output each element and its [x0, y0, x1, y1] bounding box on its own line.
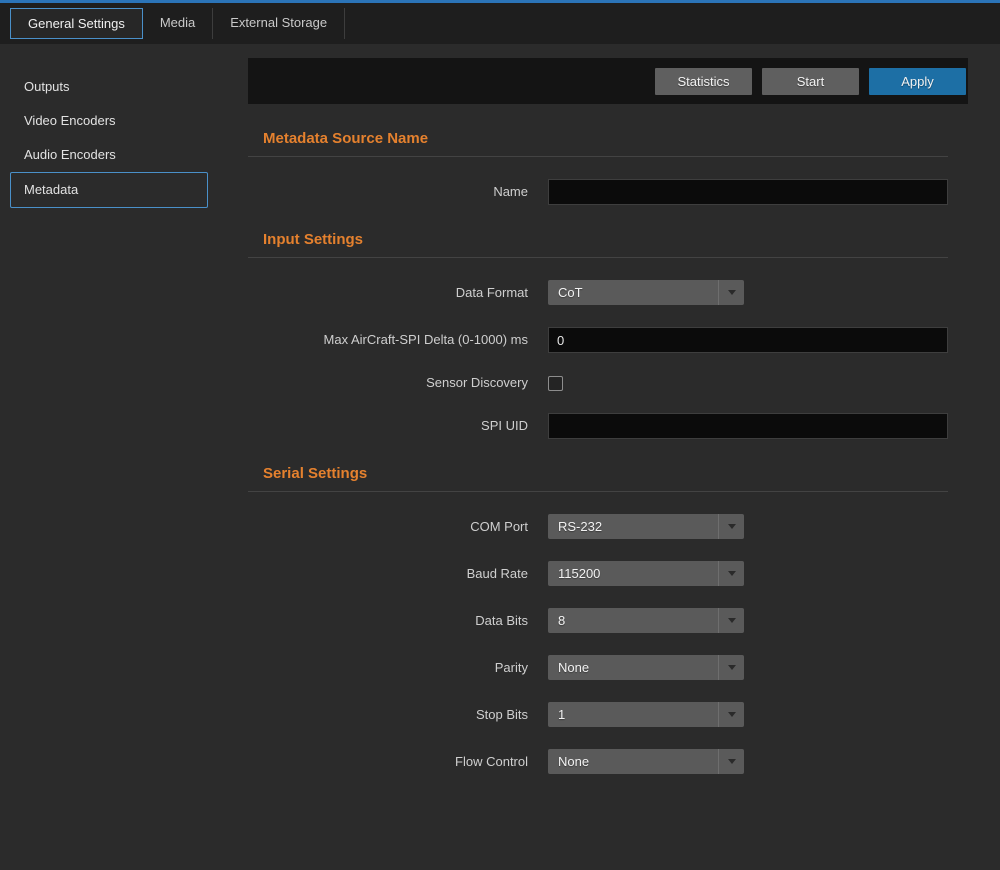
com-port-dropdown[interactable]: RS-232	[548, 514, 744, 539]
page-content: Outputs Video Encoders Audio Encoders Me…	[0, 44, 1000, 867]
sidebar: Outputs Video Encoders Audio Encoders Me…	[0, 44, 248, 867]
section-divider	[248, 257, 948, 258]
chevron-down-icon	[718, 749, 744, 774]
section-input-settings: Input Settings Data Format CoT Max AirCr…	[248, 231, 968, 439]
dropdown-value: 1	[558, 707, 565, 722]
spi-uid-label: SPI UID	[248, 418, 528, 434]
section-title: Serial Settings	[263, 465, 968, 482]
com-port-label: COM Port	[248, 519, 528, 535]
max-delta-input[interactable]	[548, 327, 948, 353]
field-row-data-bits: Data Bits 8	[248, 608, 968, 633]
chevron-down-icon	[718, 280, 744, 305]
tab-label: Media	[160, 15, 195, 30]
section-title: Input Settings	[263, 231, 968, 248]
stop-bits-dropdown[interactable]: 1	[548, 702, 744, 727]
chevron-down-icon	[718, 702, 744, 727]
baud-rate-label: Baud Rate	[248, 566, 528, 582]
chevron-down-icon	[718, 561, 744, 586]
field-row-max-delta: Max AirCraft-SPI Delta (0-1000) ms	[248, 327, 968, 353]
parity-dropdown[interactable]: None	[548, 655, 744, 680]
parity-label: Parity	[248, 660, 528, 676]
dropdown-value: None	[558, 660, 589, 675]
field-row-flow-control: Flow Control None	[248, 749, 968, 774]
dropdown-value: CoT	[558, 285, 583, 300]
sidebar-item-metadata[interactable]: Metadata	[10, 172, 208, 208]
apply-button[interactable]: Apply	[869, 68, 966, 95]
field-row-sensor-discovery: Sensor Discovery	[248, 375, 968, 391]
name-input[interactable]	[548, 179, 948, 205]
name-label: Name	[248, 184, 528, 200]
section-serial-settings: Serial Settings COM Port RS-232 Baud Rat…	[248, 465, 968, 774]
tab-media[interactable]: Media	[143, 8, 213, 39]
action-toolbar: Statistics Start Apply	[248, 58, 968, 104]
dropdown-value: RS-232	[558, 519, 602, 534]
data-bits-label: Data Bits	[248, 613, 528, 629]
section-title: Metadata Source Name	[263, 130, 968, 147]
dropdown-value: 115200	[558, 566, 600, 581]
spi-uid-input[interactable]	[548, 413, 948, 439]
flow-control-dropdown[interactable]: None	[548, 749, 744, 774]
sensor-discovery-checkbox[interactable]	[548, 376, 563, 391]
sensor-discovery-label: Sensor Discovery	[248, 375, 528, 391]
statistics-button[interactable]: Statistics	[655, 68, 752, 95]
data-format-dropdown[interactable]: CoT	[548, 280, 744, 305]
data-format-label: Data Format	[248, 285, 528, 301]
field-row-parity: Parity None	[248, 655, 968, 680]
flow-control-label: Flow Control	[248, 754, 528, 770]
section-divider	[248, 156, 948, 157]
stop-bits-label: Stop Bits	[248, 707, 528, 723]
chevron-down-icon	[718, 514, 744, 539]
sidebar-item-audio-encoders[interactable]: Audio Encoders	[0, 138, 248, 172]
data-bits-dropdown[interactable]: 8	[548, 608, 744, 633]
dropdown-value: None	[558, 754, 589, 769]
dropdown-value: 8	[558, 613, 565, 628]
baud-rate-dropdown[interactable]: 115200	[548, 561, 744, 586]
section-divider	[248, 491, 948, 492]
max-delta-label: Max AirCraft-SPI Delta (0-1000) ms	[248, 332, 528, 348]
tab-external-storage[interactable]: External Storage	[213, 8, 345, 39]
field-row-name: Name	[248, 179, 968, 205]
start-button[interactable]: Start	[762, 68, 859, 95]
sidebar-item-video-encoders[interactable]: Video Encoders	[0, 104, 248, 138]
field-row-com-port: COM Port RS-232	[248, 514, 968, 539]
top-tab-bar: General Settings Media External Storage	[0, 0, 1000, 44]
tab-label: General Settings	[28, 16, 125, 31]
main-panel: Statistics Start Apply Metadata Source N…	[248, 44, 968, 867]
tab-label: External Storage	[230, 15, 327, 30]
chevron-down-icon	[718, 655, 744, 680]
field-row-baud-rate: Baud Rate 115200	[248, 561, 968, 586]
field-row-data-format: Data Format CoT	[248, 280, 968, 305]
section-metadata-source-name: Metadata Source Name Name	[248, 130, 968, 205]
tab-general-settings[interactable]: General Settings	[10, 8, 143, 39]
field-row-spi-uid: SPI UID	[248, 413, 968, 439]
chevron-down-icon	[718, 608, 744, 633]
field-row-stop-bits: Stop Bits 1	[248, 702, 968, 727]
sidebar-item-outputs[interactable]: Outputs	[0, 70, 248, 104]
